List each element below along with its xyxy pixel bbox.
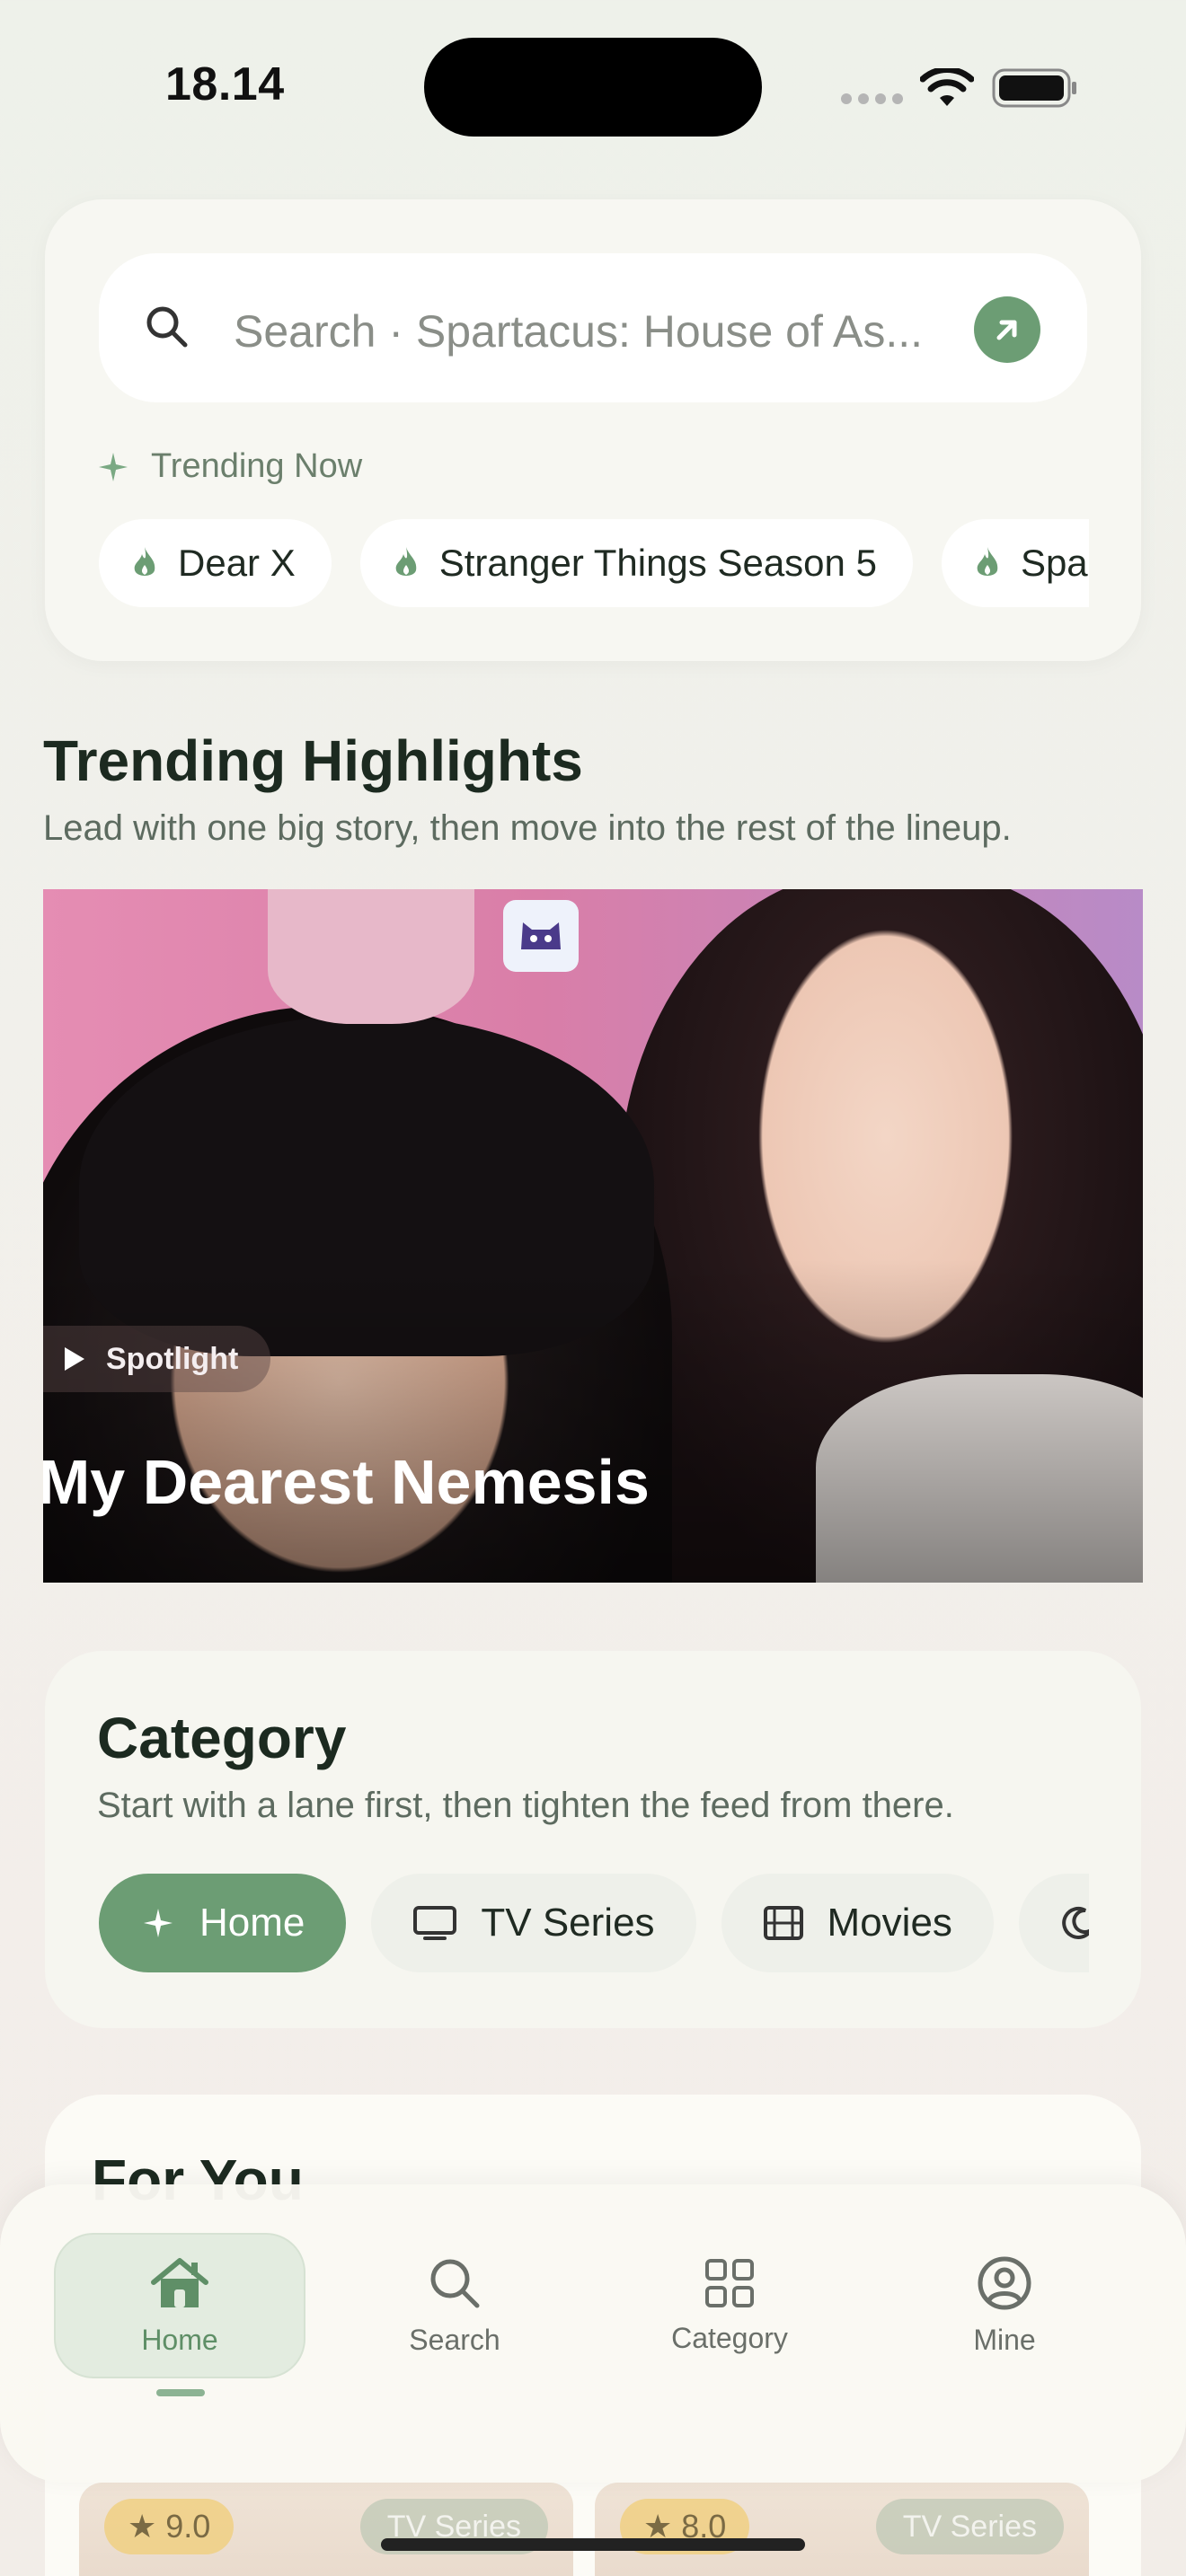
trending-chip[interactable]: Stranger Things Season 5 <box>359 519 913 607</box>
category-title: Category <box>97 1706 347 1770</box>
tv-icon <box>413 1906 457 1940</box>
flame-icon <box>134 547 155 576</box>
search-placeholder: Search · Spartacus: House of As... <box>234 306 924 357</box>
rating-value: 9.0 <box>165 2508 211 2545</box>
wifi-icon <box>920 68 974 106</box>
status-time: 18.14 <box>165 58 285 110</box>
search-icon <box>146 306 188 348</box>
search-input[interactable]: Search · Spartacus: House of As... <box>99 253 1087 402</box>
flame-icon <box>977 547 998 576</box>
tab-label: Search <box>409 2323 500 2356</box>
tab-mine[interactable]: Mine <box>879 2233 1130 2378</box>
battery-icon <box>992 68 1076 108</box>
trending-chip-label: Dear X <box>178 542 296 584</box>
moon-icon <box>1062 1907 1089 1939</box>
category-card: Category Start with a lane first, then t… <box>45 1651 1141 2028</box>
film-icon <box>763 1906 803 1940</box>
trending-chips: Dear X Stranger Things Season 5 Spartacu… <box>99 519 1089 613</box>
category-chip-label: Movies <box>827 1901 952 1945</box>
rating-badge: ★ 9.0 <box>104 2499 235 2554</box>
profile-icon <box>978 2256 1031 2309</box>
cat-sticker-icon <box>503 900 579 972</box>
category-chip-movies[interactable]: Movies <box>721 1874 994 1972</box>
category-chip-label: TV Series <box>481 1901 655 1945</box>
trending-now-label: Trending Now <box>151 447 363 485</box>
category-chip-tv-series[interactable]: TV Series <box>371 1874 696 1972</box>
section-title: Trending Highlights <box>43 728 583 793</box>
hero-shade <box>43 1259 1143 1583</box>
tab-search[interactable]: Search <box>329 2233 580 2378</box>
star-icon: ★ <box>128 2508 157 2545</box>
tab-home[interactable]: Home <box>54 2233 305 2378</box>
poster-card[interactable]: ★ 9.0 TV Series <box>79 2483 573 2576</box>
flame-icon <box>395 547 416 576</box>
trending-now-header: Trending Now <box>95 447 362 486</box>
sparkle-icon <box>99 452 128 481</box>
search-card: Search · Spartacus: House of As... Trend… <box>45 199 1141 661</box>
poster-card[interactable]: ★ 8.0 TV Series <box>595 2483 1089 2576</box>
trending-chip-label: Stranger Things Season 5 <box>438 542 877 584</box>
bottom-tab-bar: Home Search Category Mine <box>0 2184 1186 2483</box>
section-subtitle: Lead with one big story, then move into … <box>43 808 1012 848</box>
spotlight-label: Spotlight <box>106 1341 239 1376</box>
home-indicator[interactable] <box>381 2538 805 2551</box>
search-submit-button[interactable] <box>974 296 1040 363</box>
type-badge: TV Series <box>875 2499 1064 2554</box>
home-icon <box>151 2257 208 2307</box>
trending-chip[interactable]: Spartacus <box>941 519 1089 607</box>
category-chip-home[interactable]: Home <box>99 1874 347 1972</box>
category-chips: Home TV Series Movies <box>99 1874 1089 1976</box>
cellular-signal-icon <box>841 93 903 104</box>
sparkle-icon <box>144 1909 173 1937</box>
search-icon <box>430 2259 480 2307</box>
grid-icon <box>705 2258 754 2307</box>
arrow-up-right-icon <box>996 320 1017 340</box>
hero-spotlight-card[interactable]: Spotlight My Dearest Nemesis <box>43 889 1143 1583</box>
tab-label: Category <box>671 2321 788 2354</box>
trending-chip[interactable]: Dear X <box>99 519 332 607</box>
play-icon <box>65 1347 84 1371</box>
spotlight-badge: Spotlight <box>43 1326 271 1392</box>
dynamic-island <box>424 38 762 137</box>
category-chip-more[interactable] <box>1018 1874 1089 1972</box>
trending-chip-label: Spartacus <box>1020 542 1089 584</box>
tab-label: Home <box>141 2323 218 2356</box>
active-tab-indicator <box>156 2389 205 2396</box>
category-chip-label: Home <box>199 1901 305 1945</box>
hero-title: My Dearest Nemesis <box>43 1447 650 1517</box>
tab-label: Mine <box>973 2323 1036 2356</box>
hero-image-detail <box>268 889 474 1024</box>
category-subtitle: Start with a lane first, then tighten th… <box>97 1786 954 1825</box>
tab-category[interactable]: Category <box>604 2233 855 2378</box>
